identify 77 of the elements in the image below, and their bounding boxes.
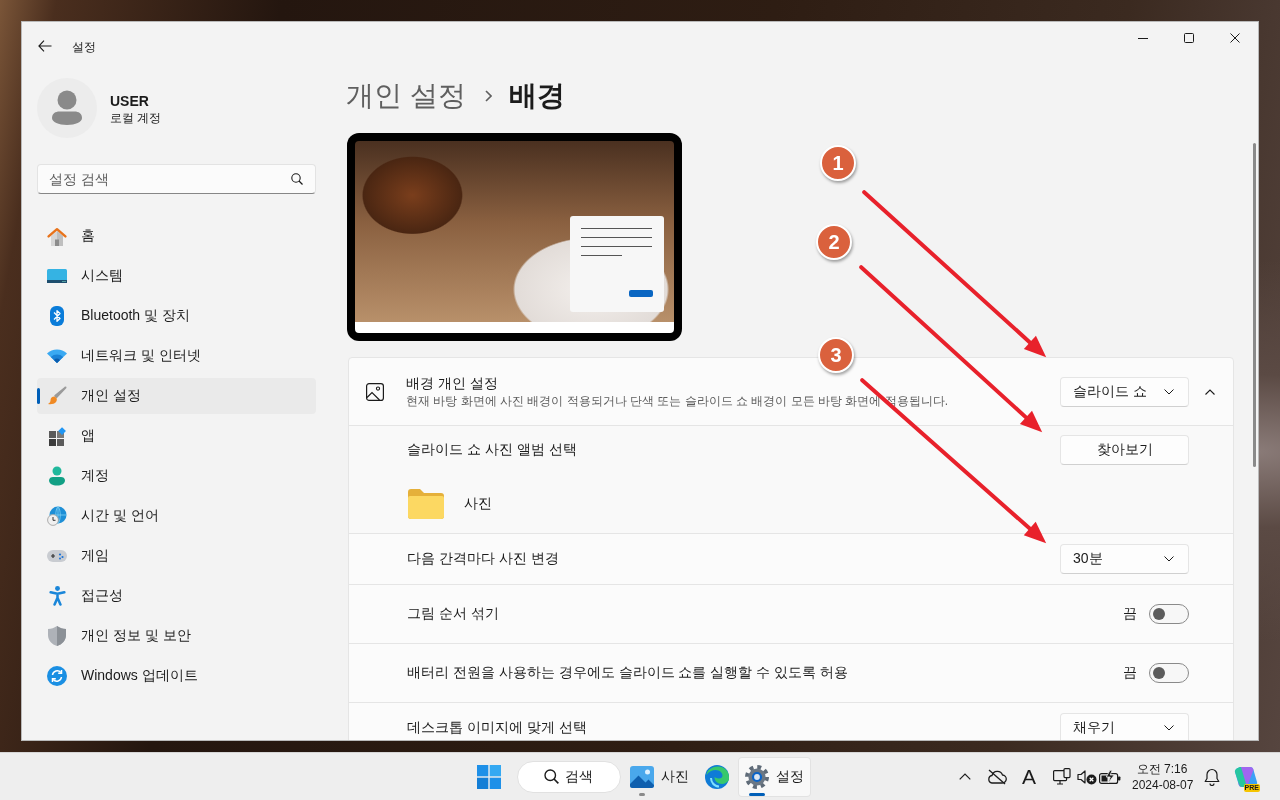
breadcrumb-link[interactable]: 개인 설정 — [346, 77, 466, 115]
gear-icon — [745, 764, 769, 789]
nav-item[interactable]: Bluetooth 및 장치 — [37, 298, 316, 334]
person-icon — [49, 466, 65, 486]
maximize-icon — [1184, 33, 1194, 43]
dropdown[interactable]: 30분 — [1060, 544, 1189, 574]
avatar-icon — [37, 78, 97, 138]
dropdown[interactable]: 슬라이드 쇼 — [1060, 376, 1189, 407]
nav-item[interactable]: 네트워크 및 인터넷 — [37, 338, 316, 374]
setting-description: 현재 바탕 화면에 사진 배경이 적용되거나 단색 또는 슬라이드 쇼 배경이 모든 바탕 화면에 적용됩니다. — [406, 393, 948, 409]
setting-label: 그림 순서 섞기 — [407, 605, 499, 623]
nav-item[interactable]: 게임 — [37, 538, 316, 574]
toggle-state-label: 끔 — [1123, 605, 1137, 623]
globe-clock-icon — [47, 506, 67, 526]
search-field[interactable]: 설정 검색 — [37, 164, 316, 194]
wave-logo-icon — [705, 764, 729, 789]
nav-item[interactable]: 시간 및 언어 — [37, 498, 316, 534]
browse-button[interactable]: 찾아보기 — [1060, 435, 1189, 465]
brush-icon — [47, 386, 67, 406]
chevron-up-icon[interactable] — [959, 773, 971, 780]
setting-label: 다음 간격마다 사진 변경 — [407, 550, 559, 568]
folder-name: 사진 — [464, 495, 492, 513]
toggle-switch[interactable] — [1149, 663, 1189, 683]
ribbon-logo-icon[interactable] — [1233, 764, 1259, 789]
grid-logo-icon — [477, 764, 501, 789]
setting-label: 슬라이드 쇼 사진 앨범 선택 — [407, 441, 577, 459]
user-name: USER — [110, 92, 150, 110]
setting-label: 배터리 전원을 사용하는 경우에도 슬라이드 쇼를 실행할 수 있도록 허용 — [407, 664, 848, 682]
bluetooth-icon — [50, 306, 64, 326]
chevron-up-icon — [1205, 388, 1215, 395]
nav-item[interactable]: 앱 — [37, 418, 316, 454]
battery-charging-icon[interactable] — [1099, 769, 1121, 784]
taskbar-app[interactable]: 사진 — [623, 756, 696, 797]
window-title: 설정 — [72, 39, 96, 55]
folder-icon — [408, 489, 444, 519]
dropdown[interactable]: 채우기 — [1060, 713, 1189, 740]
chevron-right-icon — [484, 90, 492, 102]
search-icon — [291, 173, 303, 185]
app-tiles-icon — [47, 426, 67, 446]
wifi-icon — [47, 349, 67, 363]
network-monitor-icon[interactable] — [1053, 767, 1071, 786]
clock[interactable]: 오전 7:16 2024-08-07 — [1132, 760, 1192, 793]
cloud-off-icon[interactable] — [987, 768, 1007, 785]
setting-title: 배경 개인 설정 — [406, 374, 499, 393]
shield-icon — [48, 626, 66, 646]
nav-item[interactable]: 개인 정보 및 보안 — [37, 618, 316, 654]
minimize-icon — [1138, 37, 1148, 39]
refresh-icon — [47, 666, 67, 686]
scrollbar[interactable] — [1253, 143, 1256, 467]
nav-item[interactable]: Windows 업데이트 — [37, 658, 316, 694]
toggle-state-label: 끔 — [1123, 664, 1137, 682]
monitor-icon — [47, 269, 67, 283]
gamepad-icon — [47, 550, 67, 562]
back-arrow-icon — [38, 40, 52, 52]
nav-item[interactable]: 시스템 — [37, 258, 316, 294]
picture-tile-icon — [630, 765, 654, 788]
nav-item[interactable]: 계정 — [37, 458, 316, 494]
picture-icon — [366, 382, 384, 401]
setting-label: 데스크톱 이미지에 맞게 선택 — [407, 719, 587, 737]
search-icon — [544, 769, 559, 784]
nav-item[interactable]: 접근성 — [37, 578, 316, 614]
account-type: 로컬 계정 — [110, 110, 162, 126]
accessibility-icon — [48, 586, 66, 606]
chevron-down-icon — [1164, 725, 1174, 731]
close-icon — [1230, 33, 1240, 43]
nav-item[interactable]: 홈 — [37, 218, 316, 254]
chevron-down-icon — [1164, 388, 1174, 395]
input-mode-indicator[interactable]: A — [1022, 765, 1036, 788]
page-title: 배경 — [508, 79, 565, 113]
home-icon — [47, 226, 67, 246]
speaker-muted-icon[interactable] — [1077, 768, 1097, 785]
toggle-switch[interactable] — [1149, 604, 1189, 624]
taskbar-app[interactable]: 설정 — [738, 756, 811, 797]
nav-item[interactable]: 개인 설정 — [37, 378, 316, 414]
chevron-down-icon — [1164, 556, 1174, 562]
bell-icon[interactable] — [1204, 767, 1220, 786]
taskbar-search[interactable]: 검색 — [517, 760, 621, 793]
